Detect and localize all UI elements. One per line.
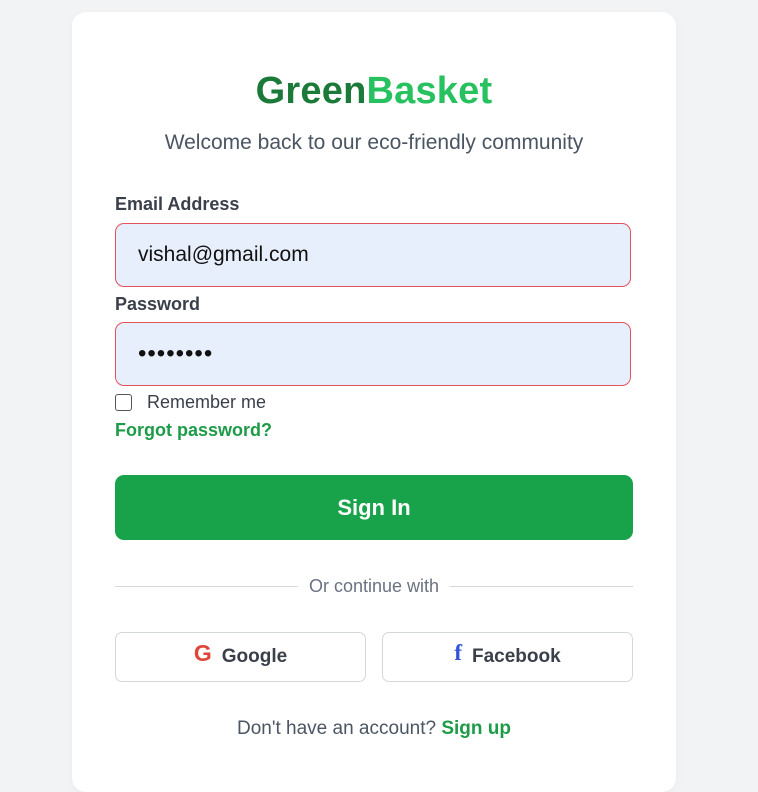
divider-text: Or continue with [308, 575, 440, 596]
signup-prompt: Don't have an account? [237, 718, 437, 739]
google-label: Google [221, 646, 288, 667]
facebook-label: Facebook [471, 646, 561, 667]
password-field[interactable]: •••••••• [115, 322, 631, 386]
brand-part-green: Green [255, 70, 367, 112]
brand-logo: GreenBasket [72, 70, 676, 113]
google-icon: G [193, 639, 212, 666]
remember-label: Remember me [147, 392, 267, 412]
forgot-password-link[interactable]: Forgot password? [115, 420, 272, 441]
email-field[interactable]: vishal@gmail.com [115, 223, 631, 287]
remember-me[interactable]: Remember me [115, 392, 266, 413]
signup-row: Don't have an account? Sign up [72, 718, 676, 740]
google-button[interactable]: G Google [115, 632, 366, 682]
divider: Or continue with [115, 575, 633, 597]
facebook-icon: f [454, 640, 462, 665]
divider-line-left [115, 585, 298, 587]
divider-line-right [450, 585, 633, 587]
facebook-button[interactable]: f Facebook [382, 632, 633, 682]
sign-up-link[interactable]: Sign up [441, 718, 511, 739]
password-label: Password [115, 294, 201, 314]
brand-part-basket: Basket [366, 70, 493, 112]
sign-in-button[interactable]: Sign In [115, 475, 633, 540]
remember-checkbox[interactable] [115, 394, 132, 411]
login-card: GreenBasket Welcome back to our eco-frie… [72, 12, 676, 792]
page-subtitle: Welcome back to our eco-friendly communi… [164, 131, 584, 154]
email-label: Email Address [115, 194, 240, 214]
